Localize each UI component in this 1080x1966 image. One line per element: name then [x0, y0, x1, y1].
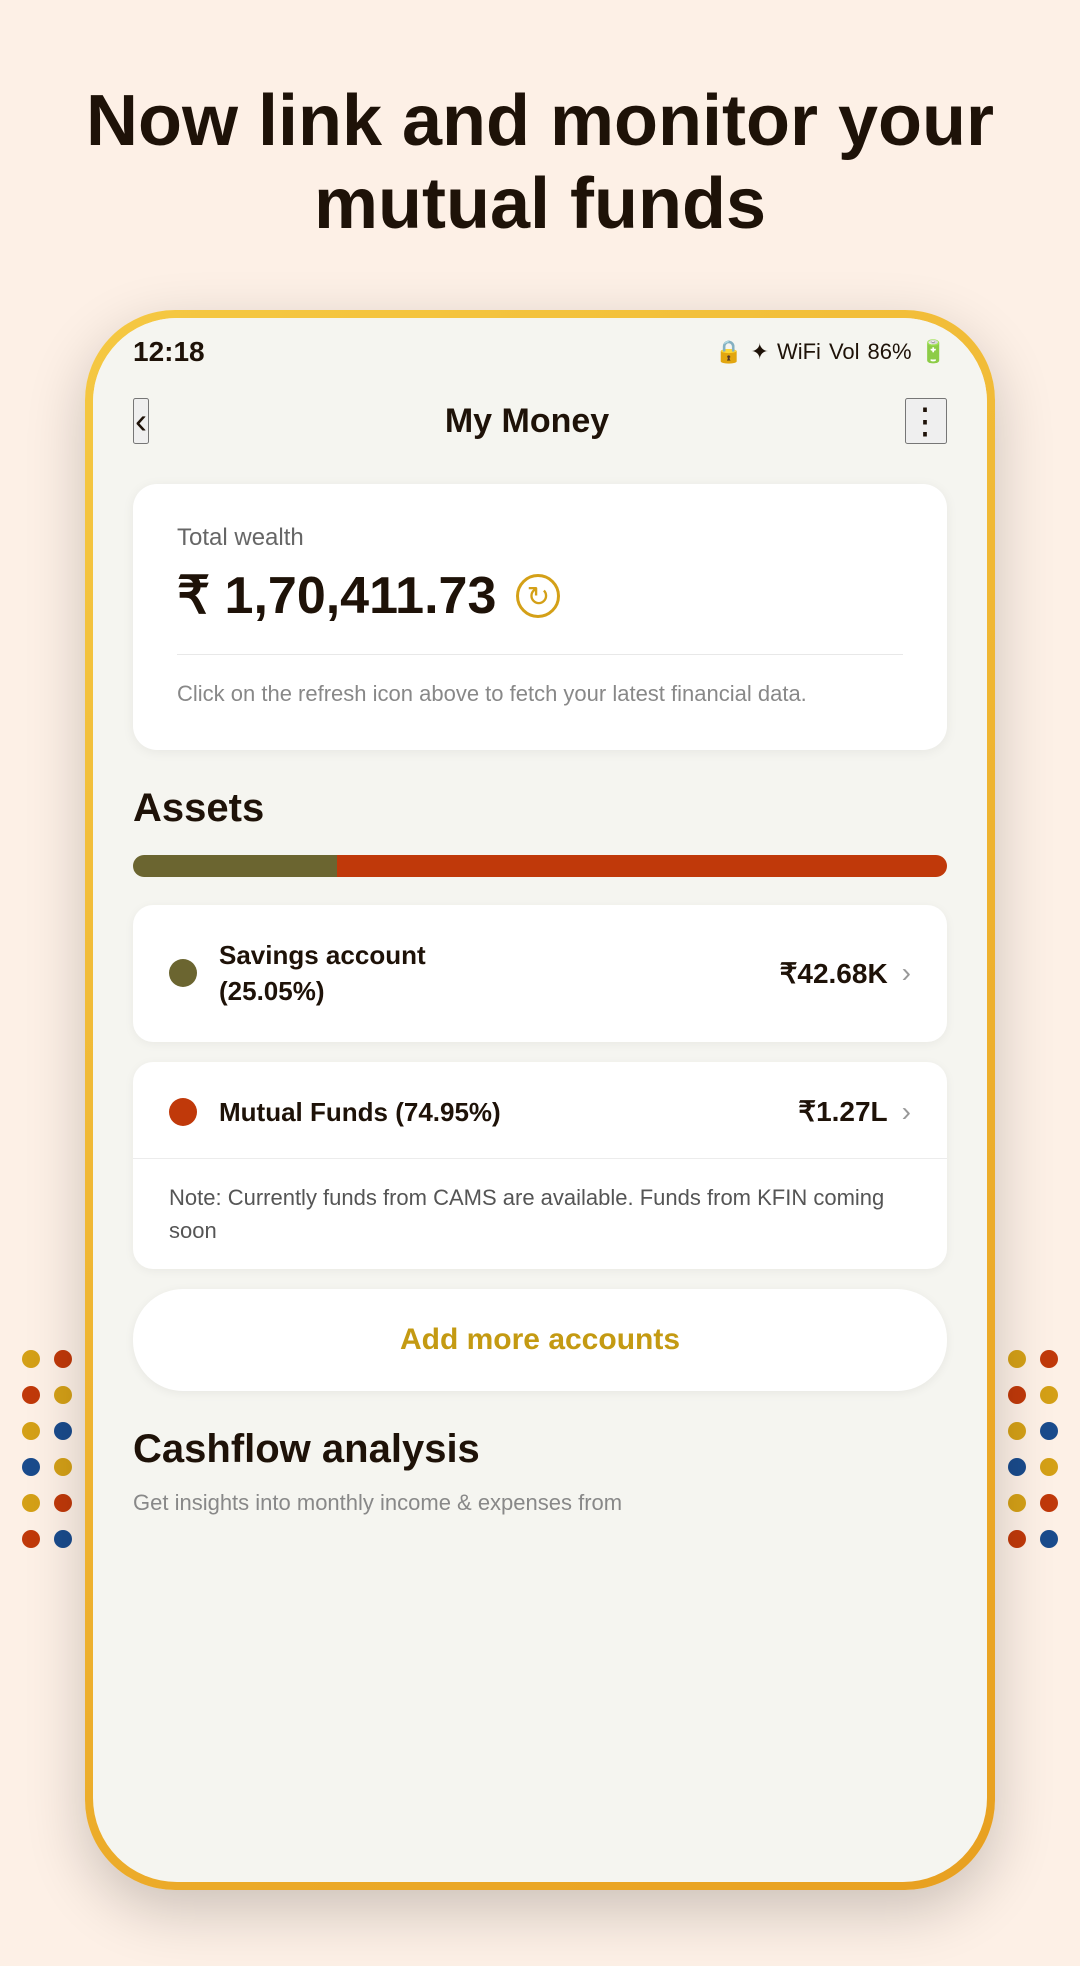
savings-progress-segment: [133, 855, 337, 877]
assets-title: Assets: [133, 786, 947, 831]
battery-icon: 🔋: [920, 339, 947, 365]
savings-chevron-icon: ›: [902, 957, 911, 989]
decorative-dots-right: [1008, 1350, 1058, 1548]
wealth-hint: Click on the refresh icon above to fetch…: [177, 677, 903, 710]
network-icon: 🔒: [715, 339, 742, 365]
nav-bar: ‹ My Money ⋮: [93, 378, 987, 464]
mutual-funds-note: Note: Currently funds from CAMS are avai…: [169, 1159, 911, 1269]
mutual-funds-row[interactable]: Mutual Funds (74.95%) ₹1.27L ›: [169, 1094, 911, 1158]
battery-label: 86%: [868, 339, 912, 365]
wealth-amount-row: ₹ 1,70,411.73: [177, 566, 903, 626]
more-options-button[interactable]: ⋮: [905, 398, 947, 444]
cashflow-subtitle: Get insights into monthly income & expen…: [133, 1486, 947, 1519]
phone-frame: 12:18 🔒 ✦ WiFi Vol 86% 🔋 ‹ My Money ⋮ To…: [85, 310, 995, 1890]
savings-dot-icon: [169, 959, 197, 987]
savings-account-right: ₹42.68K ›: [780, 957, 911, 990]
wealth-divider: [177, 654, 903, 655]
mutual-funds-card: Mutual Funds (74.95%) ₹1.27L › Note: Cur…: [133, 1062, 947, 1269]
status-time: 12:18: [133, 336, 205, 368]
cashflow-title: Cashflow analysis: [133, 1427, 947, 1472]
back-button[interactable]: ‹: [133, 398, 149, 444]
page-title: Now link and monitor your mutual funds: [0, 0, 1080, 286]
wealth-amount: ₹ 1,70,411.73: [177, 566, 496, 626]
mutual-chevron-icon: ›: [902, 1096, 911, 1128]
mutual-funds-name: Mutual Funds (74.95%): [219, 1094, 501, 1130]
refresh-button[interactable]: [516, 574, 560, 618]
mutual-progress-segment: [337, 855, 947, 877]
mutual-funds-right: ₹1.27L ›: [798, 1095, 911, 1128]
wealth-card: Total wealth ₹ 1,70,411.73 Click on the …: [133, 484, 947, 750]
phone-screen: 12:18 🔒 ✦ WiFi Vol 86% 🔋 ‹ My Money ⋮ To…: [93, 318, 987, 1882]
savings-account-value: ₹42.68K: [780, 957, 888, 990]
savings-account-name: Savings account(25.05%): [219, 937, 426, 1010]
mutual-funds-value: ₹1.27L: [798, 1095, 887, 1128]
mutual-dot-icon: [169, 1098, 197, 1126]
bluetooth-icon: ✦: [751, 339, 769, 365]
add-accounts-button[interactable]: Add more accounts: [133, 1289, 947, 1391]
assets-progress-bar: [133, 855, 947, 877]
nav-title: My Money: [445, 402, 609, 441]
savings-account-card[interactable]: Savings account(25.05%) ₹42.68K ›: [133, 905, 947, 1042]
content-area: Total wealth ₹ 1,70,411.73 Click on the …: [93, 464, 987, 1882]
decorative-dots-left: [22, 1350, 72, 1548]
savings-account-left: Savings account(25.05%): [169, 937, 426, 1010]
status-icons: 🔒 ✦ WiFi Vol 86% 🔋: [715, 339, 947, 365]
wifi-icon: WiFi: [777, 339, 821, 365]
signal-icon: Vol: [829, 339, 860, 365]
status-bar: 12:18 🔒 ✦ WiFi Vol 86% 🔋: [93, 318, 987, 378]
wealth-label: Total wealth: [177, 524, 903, 552]
mutual-funds-left: Mutual Funds (74.95%): [169, 1094, 501, 1130]
